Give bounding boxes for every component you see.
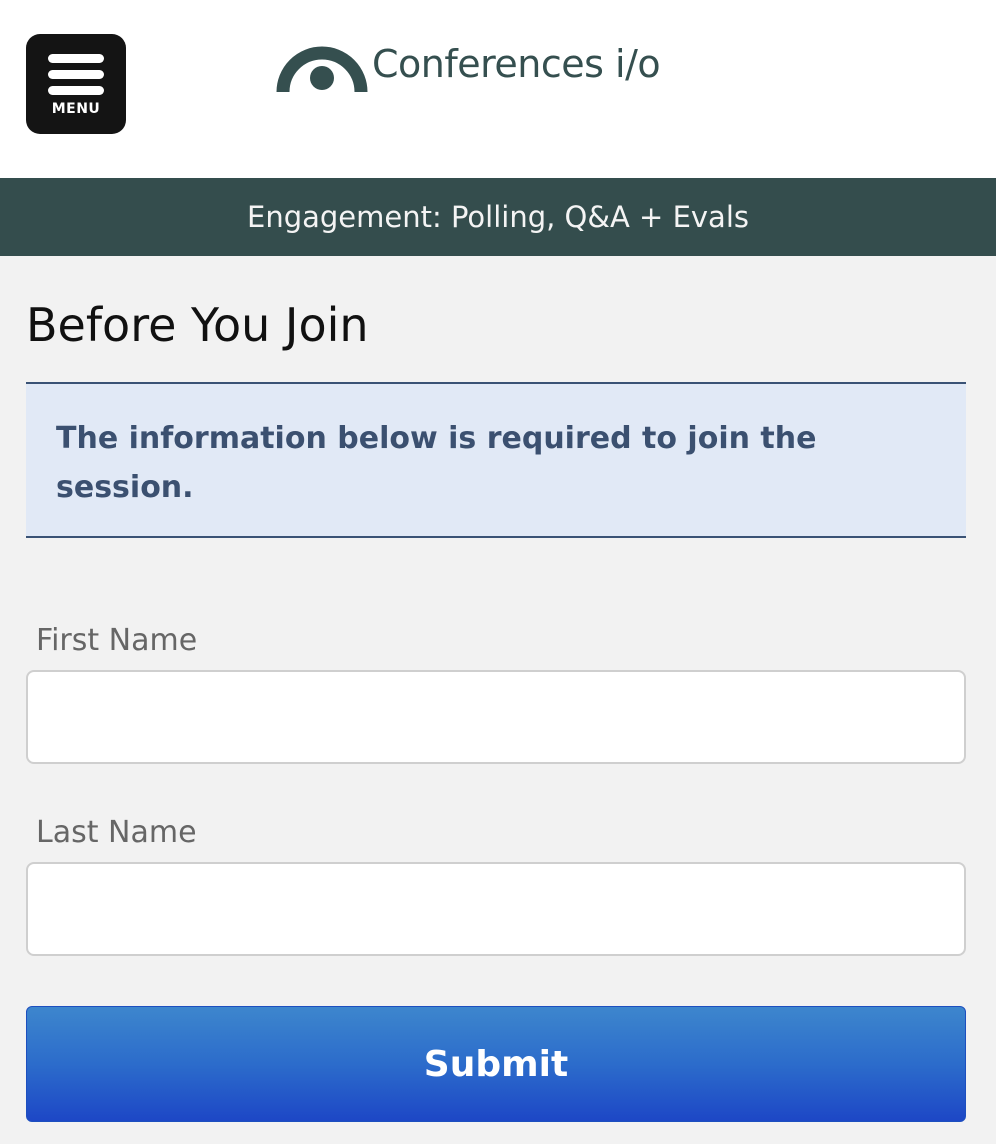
hamburger-icon-line: [48, 70, 104, 79]
event-banner: Engagement: Polling, Q&A + Evals: [0, 178, 996, 256]
last-name-input[interactable]: [26, 862, 966, 956]
hamburger-icon-line: [48, 86, 104, 95]
info-alert: The information below is required to joi…: [26, 382, 966, 538]
brand-logo[interactable]: Conferences i/o: [276, 32, 661, 96]
alert-message: The information below is required to joi…: [56, 421, 817, 505]
last-name-label: Last Name: [36, 815, 197, 850]
first-name-input[interactable]: [26, 670, 966, 764]
top-header: MENU Conferences i/o: [0, 0, 996, 178]
page-title: Before You Join: [26, 298, 369, 352]
menu-button[interactable]: MENU: [26, 34, 126, 134]
menu-label: MENU: [51, 101, 101, 117]
logo-text: Conferences i/o: [372, 42, 661, 86]
submit-button[interactable]: Submit: [26, 1006, 966, 1122]
conferences-io-logo-icon: [276, 46, 368, 93]
hamburger-icon: [48, 54, 104, 63]
first-name-label: First Name: [36, 623, 198, 658]
